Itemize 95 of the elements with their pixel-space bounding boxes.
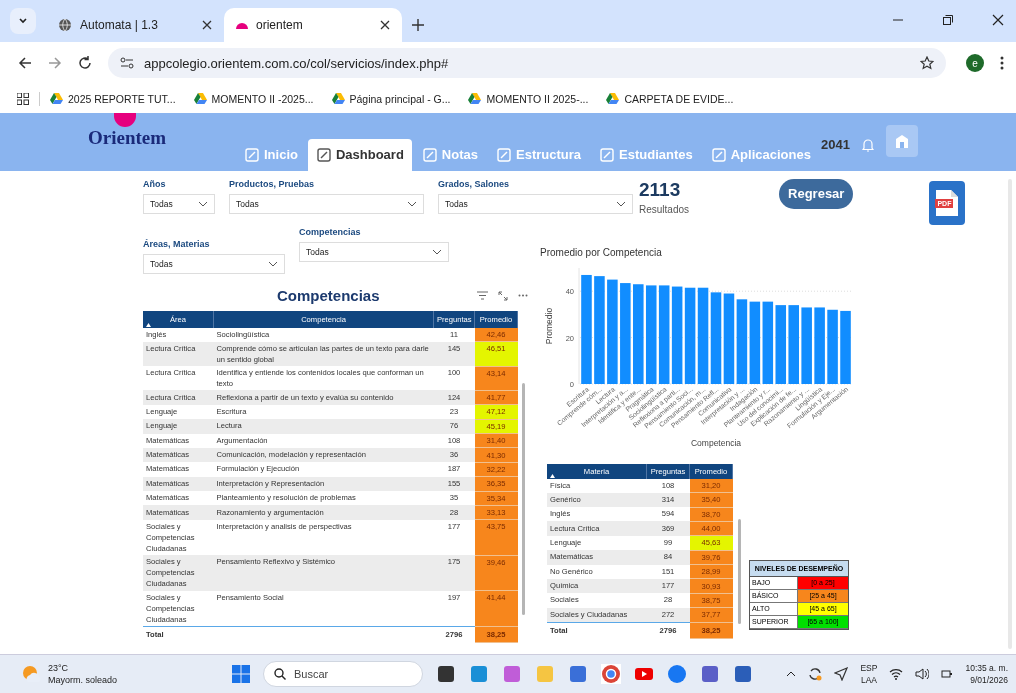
bar[interactable] [671,286,683,384]
chevron-down-icon [198,200,208,207]
start-icon[interactable] [232,665,250,684]
battery-icon[interactable] [941,668,954,681]
chevron-down-icon [616,200,626,207]
logo[interactable]: Orientem [88,126,167,149]
filter-dropdown[interactable]: Todas [143,253,285,274]
bookmark-item[interactable]: CARPETA DE EVIDE... [606,92,734,105]
y-axis-label: Promedio [544,307,554,344]
language-indicator[interactable]: ESP LAA [860,663,878,686]
more-options-icon[interactable] [1000,56,1004,71]
filter-label: Años [143,178,167,189]
browser-tab[interactable]: orientem [224,7,402,42]
x-axis-label: Competencia [690,437,742,448]
edit-icon [496,146,512,163]
profile-avatar[interactable]: e [966,54,984,73]
forward-arrow-icon[interactable] [48,56,62,71]
new-tab-icon[interactable] [412,18,424,31]
bar[interactable] [697,287,709,384]
tab-list-button[interactable] [10,7,36,34]
address-field[interactable]: appcolegio.orientem.com.co/col/servicios/index.php# [108,48,946,79]
bar[interactable] [658,285,670,384]
table-title: Competencias [277,287,380,305]
bookmark-item[interactable]: Página principal - G... [331,92,451,105]
results-label: Resultados [639,203,690,215]
bell-icon[interactable] [862,137,874,152]
back-button[interactable]: Regresar [779,178,854,209]
edit-icon [421,146,438,163]
search-icon [274,668,286,681]
sync-icon[interactable] [808,667,823,682]
clock[interactable]: 10:35 a. m. 9/01/2026 [965,663,1008,686]
bar[interactable] [775,304,787,384]
more-options-icon[interactable] [518,294,528,298]
close-icon[interactable] [202,19,212,30]
nav-tab[interactable]: Dashboard [307,138,412,171]
tab-title: Automata | 1.3 [80,17,159,32]
square-app-icon[interactable] [436,664,456,685]
star-icon[interactable] [920,56,934,71]
close-icon[interactable] [380,19,390,30]
chevron-down-icon [407,200,417,207]
reload-icon[interactable] [78,56,92,71]
chevron-down-icon [18,15,28,26]
bookmark-item[interactable]: MOMENTO II 2025-... [468,92,589,105]
scrollbar[interactable] [522,382,525,615]
temperature: 23°C [48,663,70,674]
filter-dropdown[interactable]: Todas [143,193,215,214]
filter-label: Grados, Salones [438,178,511,189]
filter-dropdown[interactable]: Todas [299,241,449,262]
scrollbar[interactable] [738,518,741,624]
drive-icon [606,93,620,105]
bar[interactable] [749,301,761,384]
filter-dropdown[interactable]: Todas [438,193,633,214]
edit-icon [244,146,260,163]
bookmark-item[interactable]: MOMENTO II -2025... [193,92,314,105]
filter-label: Productos, Pruebas [229,178,316,189]
sort-icon[interactable] [146,322,151,327]
apps-grid-icon[interactable] [17,92,29,105]
bar[interactable] [736,299,748,384]
bar[interactable] [710,292,722,384]
bar[interactable] [762,301,774,384]
drive-icon [50,93,63,105]
edit-icon [710,146,727,163]
drive-icon [193,93,207,105]
results-count: 2113 [639,178,682,201]
chevron-down-icon [268,260,278,267]
filter-dropdown[interactable]: Todas [229,193,424,214]
restore-icon[interactable] [942,14,954,26]
browser-tab[interactable]: Automata | 1.3 [46,7,224,42]
edit-icon [599,146,615,163]
weather-text: Mayorm. soleado [48,675,118,686]
drive-icon [331,93,345,105]
sort-icon[interactable] [550,473,555,478]
expand-icon[interactable] [498,290,508,301]
filter-label: Áreas, Materias [143,238,211,249]
tab-title: orientem [256,17,304,32]
back-arrow-icon[interactable] [18,56,32,71]
chevron-up-icon[interactable] [786,671,797,678]
location-arrow-icon[interactable] [834,667,849,682]
globe-icon [58,17,72,32]
bookmark-item[interactable]: 2025 REPORTE TUT... [50,92,176,105]
edit-icon [315,146,332,163]
site-settings-icon[interactable] [120,57,134,70]
chart-title: Promedio por Competencia [540,246,663,258]
speaker-icon[interactable] [915,668,930,681]
notification-count: 2041 [821,137,850,153]
bar[interactable] [684,287,696,384]
bar[interactable] [723,293,735,384]
filter-icon[interactable] [477,291,488,301]
drive-icon [468,93,482,105]
wifi-icon[interactable] [889,668,904,681]
filter-label: Competencias [299,226,362,237]
close-icon[interactable] [992,14,1004,26]
taskbar-search-field[interactable]: Buscar [263,661,423,688]
chevron-down-icon [432,248,442,255]
bar[interactable] [645,285,657,384]
